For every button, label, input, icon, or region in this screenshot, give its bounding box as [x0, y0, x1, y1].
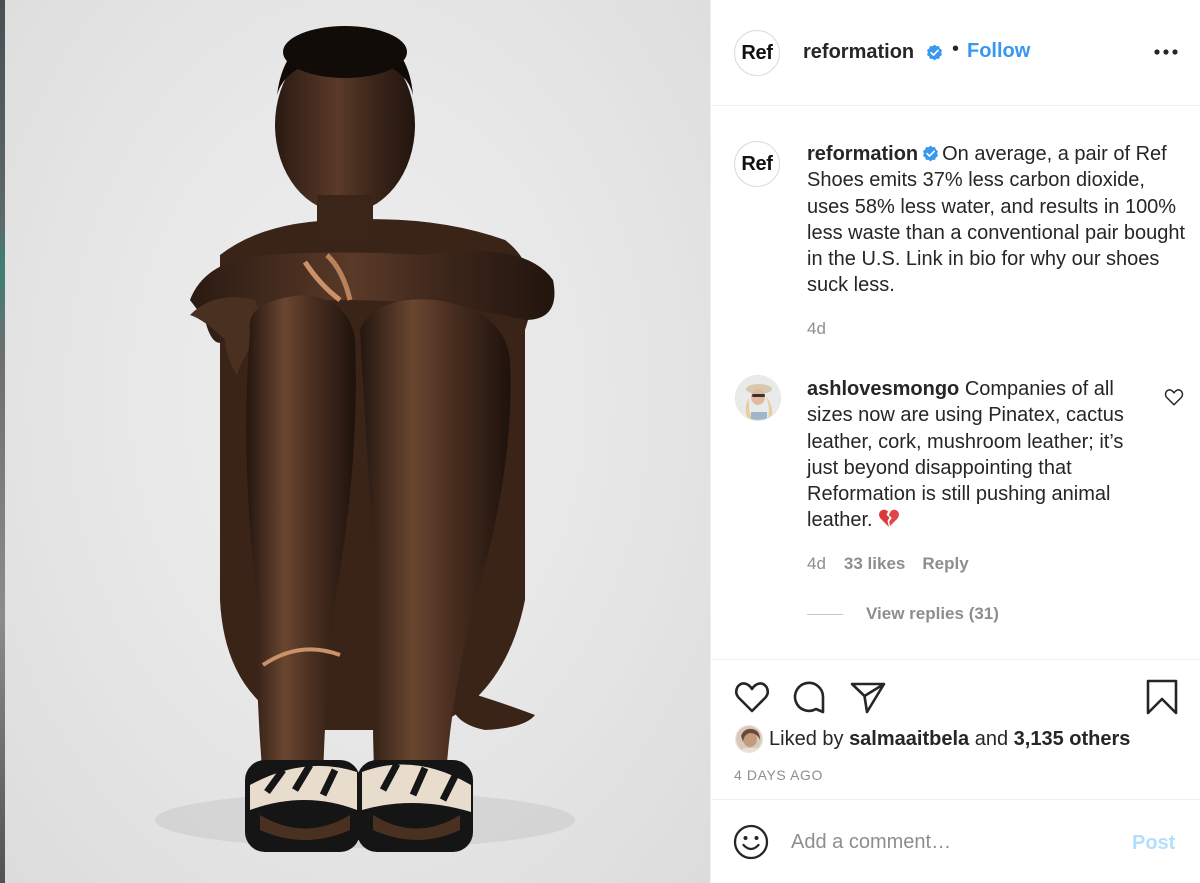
liker-avatar-image	[736, 726, 762, 752]
post-photo-illustration	[155, 26, 575, 852]
more-options-icon[interactable]	[1153, 44, 1179, 60]
post-photo[interactable]	[5, 0, 710, 883]
view-replies-button[interactable]: View replies (31)	[866, 604, 999, 624]
comment-reply-button[interactable]: Reply	[922, 554, 968, 574]
paper-plane-icon[interactable]	[849, 678, 887, 716]
bookmark-icon[interactable]	[1143, 678, 1181, 716]
comment-meta: 4d 33 likes Reply	[807, 554, 969, 574]
caption-username[interactable]: reformation	[807, 143, 918, 165]
author-avatar[interactable]: Ref	[734, 30, 780, 76]
liker-avatar[interactable]	[735, 725, 763, 753]
add-comment-bar: Post	[711, 799, 1200, 883]
comment-likes-count[interactable]: 33 likes	[844, 554, 905, 574]
caption-author-avatar[interactable]: Ref	[734, 141, 780, 187]
header-separator: •	[952, 38, 960, 60]
post-actions: Liked by salmaaitbela and 3,135 others 4…	[711, 659, 1200, 799]
verified-badge-icon	[927, 44, 942, 61]
replies-divider	[807, 614, 843, 615]
liked-by-user[interactable]: salmaaitbela	[849, 728, 969, 750]
post-header: Ref reformation • Follow	[711, 0, 1200, 106]
smiley-icon[interactable]	[733, 824, 769, 860]
comment: ashlovesmongo Companies of all sizes now…	[807, 376, 1152, 534]
post-comment-button[interactable]: Post	[1132, 832, 1175, 855]
comment-body: Companies of all sizes now are using Pin…	[807, 378, 1124, 532]
caption: reformation On average, a pair of Ref Sho…	[807, 141, 1187, 299]
verified-badge-icon	[923, 145, 939, 162]
liked-by-others[interactable]: 3,135 others	[1014, 728, 1131, 750]
liked-by-prefix: Liked by	[769, 728, 844, 750]
commenter-username[interactable]: ashlovesmongo	[807, 378, 959, 400]
liked-by-summary: Liked by salmaaitbela and 3,135 others	[769, 728, 1130, 751]
liked-by-joiner: and	[974, 728, 1009, 750]
comment-age: 4d	[807, 554, 826, 573]
follow-button[interactable]: Follow	[967, 40, 1030, 63]
heart-icon[interactable]	[733, 678, 771, 716]
caption-age: 4d	[807, 319, 826, 338]
caption-body: On average, a pair of Ref Shoes emits 37…	[807, 143, 1186, 297]
comment-like-heart-icon[interactable]	[1164, 388, 1184, 406]
post-timestamp[interactable]: 4 DAYS AGO	[734, 767, 823, 783]
comment-bubble-icon[interactable]	[790, 678, 828, 716]
broken-heart-emoji-icon	[879, 510, 900, 528]
commenter-avatar-image	[736, 376, 780, 420]
commenter-avatar[interactable]	[735, 375, 781, 421]
post-details-panel: Ref reformation • Follow Ref reformation…	[710, 0, 1200, 883]
author-username[interactable]: reformation	[803, 41, 914, 64]
add-comment-input[interactable]	[791, 824, 1111, 860]
